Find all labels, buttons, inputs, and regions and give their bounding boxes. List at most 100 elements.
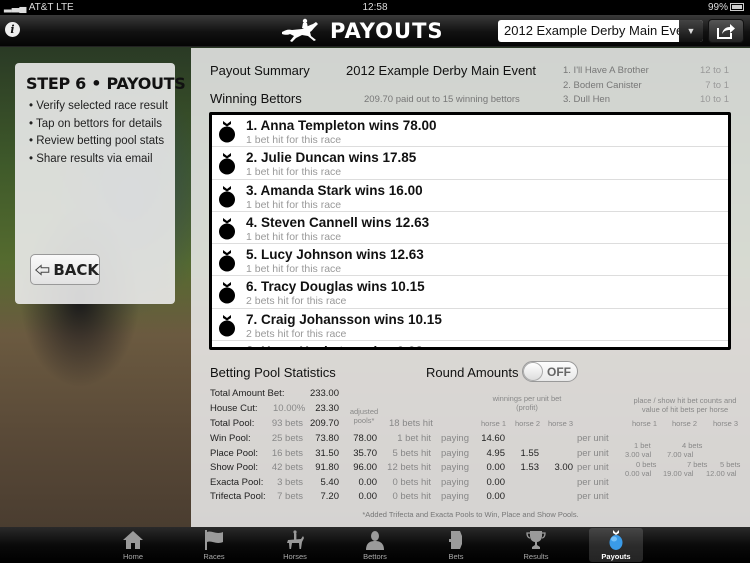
pools-footnote: *Added Trifecta and Exacta Pools to Win,… bbox=[362, 510, 579, 519]
finisher-1: 1. I'll Have A Brother bbox=[563, 65, 649, 76]
bettor-name: 3. Amanda Stark wins 16.00 bbox=[246, 182, 423, 198]
show-horse-2-count: 7 bets bbox=[687, 460, 708, 469]
bettor-detail: 1 bet hit for this race bbox=[246, 263, 342, 276]
paid-out-summary: 209.70 paid out to 15 winning bettors bbox=[364, 94, 520, 105]
tab-races[interactable]: Races bbox=[187, 528, 241, 562]
pool-bets: 25 bets bbox=[271, 433, 303, 444]
bettor-row[interactable]: 7. Craig Johansson wins 10.15 2 bets hit … bbox=[212, 309, 728, 342]
status-bar: ▂▃▄ AT&T LTE 12:58 99% bbox=[0, 0, 750, 15]
nav-bar: i PAYOUTS 2012 Example Derby Main Event … bbox=[0, 15, 750, 47]
bettor-row[interactable]: 2. Julie Duncan wins 17.85 1 bet hit for … bbox=[212, 147, 728, 180]
pool-adjusted: 0.00 bbox=[358, 491, 378, 503]
share-button[interactable] bbox=[708, 19, 744, 43]
finisher-3-odds: 10 to 1 bbox=[699, 94, 729, 105]
ps-horse-3-header: horse 3 bbox=[713, 419, 739, 428]
house-cut-value: 23.30 bbox=[315, 403, 339, 414]
tab-bettors[interactable]: Bettors bbox=[348, 528, 402, 562]
paying-label: paying bbox=[441, 491, 469, 503]
pool-hits: 0 bets hit bbox=[392, 491, 431, 503]
battery: 99% bbox=[708, 2, 744, 13]
total-pool-bets: 93 bets bbox=[271, 418, 303, 429]
tab-label: Payouts bbox=[601, 552, 631, 561]
per-unit-label: per unit bbox=[577, 447, 609, 459]
winning-bettors-label: Winning Bettors bbox=[210, 91, 302, 106]
place-horse-1-value: 3.00 val bbox=[625, 450, 652, 459]
bettor-row[interactable]: 5. Lucy Johnson wins 12.63 1 bet hit for … bbox=[212, 244, 728, 277]
bettor-row[interactable]: 6. Tracy Douglas wins 10.15 2 bets hit fo… bbox=[212, 276, 728, 309]
bettor-name: 6. Tracy Douglas wins 10.15 bbox=[246, 279, 425, 295]
bettor-detail: 1 bet hit for this race bbox=[246, 198, 342, 211]
flag-icon bbox=[205, 530, 223, 550]
pool-label: Place Pool: bbox=[210, 447, 259, 459]
bettor-row[interactable]: 8. Hugo Hackstep wins 9.98 bbox=[212, 341, 728, 350]
chevron-down-icon[interactable]: ▼ bbox=[679, 20, 703, 42]
tab-label: Races bbox=[203, 552, 225, 561]
pool-amount: 91.80 bbox=[315, 462, 339, 474]
pool-hits: 0 bets hit bbox=[392, 476, 431, 488]
bettor-name: 4. Steven Cannell wins 12.63 bbox=[246, 214, 430, 230]
finisher-2: 2. Bodem Canister bbox=[563, 80, 642, 91]
page-title: PAYOUTS bbox=[330, 19, 444, 43]
show-horse-3-value: 12.00 val bbox=[706, 469, 737, 478]
money-bag-icon bbox=[218, 347, 236, 350]
person-icon bbox=[366, 531, 384, 550]
total-pool-label: Total Pool: bbox=[210, 418, 255, 429]
payouts-main-panel: Payout Summary 2012 Example Derby Main E… bbox=[191, 48, 750, 527]
bettor-detail: 1 bet hit for this race bbox=[246, 166, 342, 179]
bettor-detail: 1 bet hit for this race bbox=[246, 134, 342, 146]
tab-label: Home bbox=[122, 552, 143, 561]
show-horse-2-value: 19.00 val bbox=[663, 469, 694, 478]
per-unit-label: per unit bbox=[577, 491, 609, 503]
round-amounts-toggle[interactable]: OFF bbox=[522, 361, 578, 382]
tab-payouts[interactable]: Payouts bbox=[589, 528, 643, 562]
tab-label: Results bbox=[523, 552, 549, 561]
page-title-group: PAYOUTS bbox=[280, 17, 444, 45]
total-amount-bet-value: 233.00 bbox=[309, 388, 339, 399]
pool-bets: 42 bets bbox=[271, 462, 303, 474]
home-icon bbox=[123, 531, 143, 549]
bettor-name: 5. Lucy Johnson wins 12.63 bbox=[246, 247, 424, 263]
info-icon[interactable]: i bbox=[5, 22, 20, 37]
bettor-detail: 1 bet hit for this race bbox=[246, 230, 342, 243]
tab-home[interactable]: Home bbox=[106, 528, 160, 562]
step-bullet: • Verify selected race result bbox=[29, 100, 168, 112]
show-horse-1-count: 0 bets bbox=[636, 460, 657, 469]
share-icon bbox=[717, 24, 735, 39]
tab-horses[interactable]: Horses bbox=[268, 528, 322, 562]
pool-label: Exacta Pool: bbox=[210, 476, 264, 488]
tab-bets[interactable]: Bets bbox=[429, 528, 483, 562]
total-amount-bet-label: Total Amount Bet: bbox=[210, 388, 285, 399]
tab-results[interactable]: Results bbox=[509, 528, 563, 562]
payout-summary-label: Payout Summary bbox=[210, 63, 310, 78]
horse-1-header: horse 1 bbox=[481, 419, 507, 428]
pool-bets: 3 bets bbox=[277, 476, 303, 488]
show-horse-1-value: 0.00 val bbox=[625, 469, 652, 478]
payout-horse-1: 4.95 bbox=[486, 447, 506, 459]
pool-amount: 31.50 bbox=[315, 447, 339, 459]
bettor-row[interactable]: 4. Steven Cannell wins 12.63 1 bet hit fo… bbox=[212, 212, 728, 245]
winning-bettors-list[interactable]: 1. Anna Templeton wins 78.00 1 bet hit fo… bbox=[209, 112, 731, 350]
bettor-name: 1. Anna Templeton wins 78.00 bbox=[246, 118, 437, 133]
bettor-row[interactable]: 1. Anna Templeton wins 78.00 1 bet hit fo… bbox=[212, 115, 728, 148]
tab-label: Bets bbox=[448, 552, 464, 561]
money-bag-icon bbox=[219, 217, 235, 240]
pool-stats-title: Betting Pool Statistics bbox=[210, 365, 336, 380]
clock: 12:58 bbox=[362, 2, 388, 13]
tab-label: Bettors bbox=[363, 552, 387, 561]
paying-label: paying bbox=[441, 476, 469, 488]
bettor-detail: 2 bets hit for this race bbox=[246, 295, 347, 308]
bettor-row[interactable]: 3. Amanda Stark wins 16.00 1 bet hit for … bbox=[212, 180, 728, 212]
back-button[interactable]: BACK bbox=[30, 254, 100, 285]
house-cut-label: House Cut: bbox=[210, 403, 258, 414]
step-bullets: • Verify selected race result • Tap on b… bbox=[29, 98, 168, 168]
pool-adjusted: 78.00 bbox=[353, 433, 377, 444]
battery-percent: 99% bbox=[707, 2, 728, 13]
money-bag-icon bbox=[219, 314, 235, 337]
pool-adjusted: 96.00 bbox=[353, 462, 377, 474]
pool-label: Win Pool: bbox=[210, 433, 251, 444]
bettor-name: 2. Julie Duncan wins 17.85 bbox=[246, 150, 417, 166]
place-show-subheader: value of hit bets per horse bbox=[641, 405, 729, 414]
event-select[interactable]: 2012 Example Derby Main Event ▼ bbox=[498, 20, 703, 42]
place-horse-2-value: 7.00 val bbox=[667, 450, 694, 459]
payout-horse-3: 3.00 bbox=[554, 462, 574, 474]
